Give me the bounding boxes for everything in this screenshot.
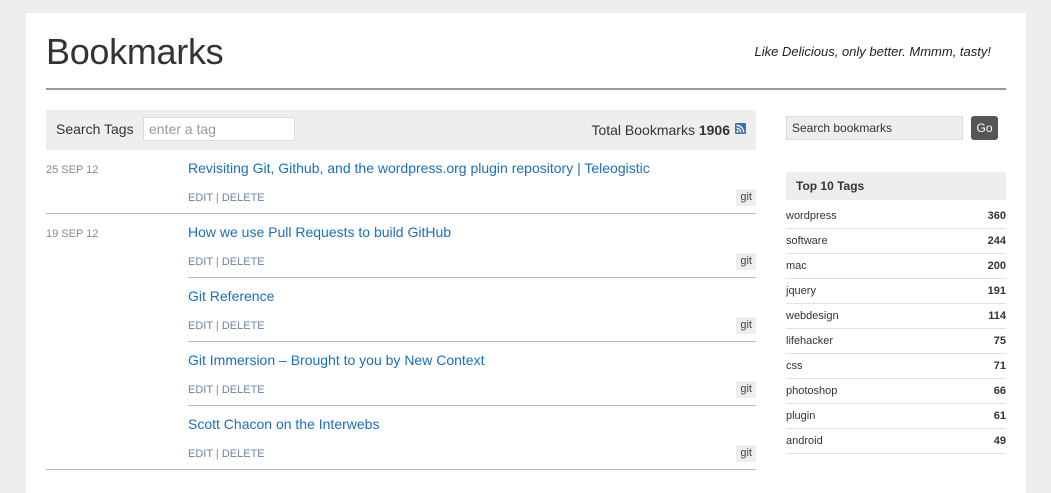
tag-name[interactable]: css	[786, 360, 803, 372]
tag-name[interactable]: software	[786, 235, 828, 247]
bookmark-item: How we use Pull Requests to build GitHub…	[188, 214, 756, 278]
tag-name[interactable]: wordpress	[786, 210, 837, 222]
bookmark-item: Git Reference EDIT | DELETE git	[188, 278, 756, 342]
edit-link[interactable]: EDIT	[188, 192, 213, 204]
tag-count: 244	[987, 235, 1006, 247]
delete-link[interactable]: DELETE	[222, 256, 265, 268]
tag-count: 49	[993, 435, 1006, 447]
rss-icon[interactable]	[735, 123, 746, 134]
day-date: 19 SEP 12	[46, 228, 99, 240]
delete-link[interactable]: DELETE	[222, 192, 265, 204]
tag-count: 360	[987, 210, 1006, 222]
bookmark-title-link[interactable]: Git Reference	[188, 288, 274, 304]
bookmark-actions: EDIT | DELETE	[188, 192, 265, 204]
tag-name[interactable]: mac	[786, 260, 807, 272]
tag-name[interactable]: jquery	[786, 285, 816, 297]
bookmark-title-link[interactable]: Revisiting Git, Github, and the wordpres…	[188, 160, 650, 176]
top-tag-row[interactable]: lifehacker 75	[786, 329, 1006, 354]
top-tag-row[interactable]: jquery 191	[786, 279, 1006, 304]
bookmark-actions: EDIT | DELETE	[188, 384, 265, 396]
top-tag-row[interactable]: plugin 61	[786, 404, 1006, 429]
top-tags-heading: Top 10 Tags	[786, 172, 1006, 200]
total-bookmarks: Total Bookmarks 1906	[591, 122, 730, 138]
top-tag-row[interactable]: software 244	[786, 229, 1006, 254]
delete-link[interactable]: DELETE	[222, 384, 265, 396]
tag-count: 71	[993, 360, 1006, 372]
tag-count: 75	[993, 335, 1006, 347]
tag-name[interactable]: photoshop	[786, 385, 837, 397]
go-button[interactable]: Go	[971, 116, 998, 140]
day-date: 25 SEP 12	[46, 164, 99, 176]
day-group: 19 SEP 12 How we use Pull Requests to bu…	[46, 214, 756, 470]
day-group: 25 SEP 12 Revisiting Git, Github, and th…	[46, 150, 756, 214]
bookmark-tag[interactable]: git	[736, 381, 756, 398]
bookmark-actions: EDIT | DELETE	[188, 256, 265, 268]
top-tag-row[interactable]: mac 200	[786, 254, 1006, 279]
edit-link[interactable]: EDIT	[188, 320, 213, 332]
delete-link[interactable]: DELETE	[222, 448, 265, 460]
tag-count: 114	[988, 310, 1006, 322]
edit-link[interactable]: EDIT	[188, 448, 213, 460]
tag-count: 61	[993, 410, 1006, 422]
top-tag-row[interactable]: css 71	[786, 354, 1006, 379]
tag-count: 200	[987, 260, 1006, 272]
top-tag-row[interactable]: wordpress 360	[786, 204, 1006, 229]
tag-name[interactable]: android	[786, 435, 823, 447]
bookmark-tag[interactable]: git	[736, 253, 756, 270]
bookmark-search-input[interactable]	[786, 116, 963, 140]
top-tag-row[interactable]: photoshop 66	[786, 379, 1006, 404]
tagline: Like Delicious, only better. Mmmm, tasty…	[754, 44, 991, 59]
top-tags-list: wordpress 360 software 244 mac 200 jquery 19…	[786, 204, 1006, 454]
tag-name[interactable]: lifehacker	[786, 335, 833, 347]
bookmark-item: Revisiting Git, Github, and the wordpres…	[188, 150, 756, 214]
tag-name[interactable]: webdesign	[786, 310, 839, 322]
bookmark-tag[interactable]: git	[736, 317, 756, 334]
bookmark-title-link[interactable]: How we use Pull Requests to build GitHub	[188, 224, 451, 240]
bookmark-title-link[interactable]: Scott Chacon on the Interwebs	[188, 416, 379, 432]
edit-link[interactable]: EDIT	[188, 384, 213, 396]
bookmark-actions: EDIT | DELETE	[188, 320, 265, 332]
day-divider	[46, 469, 756, 470]
tag-count: 66	[993, 385, 1006, 397]
top-tag-row[interactable]: webdesign 114	[786, 304, 1006, 329]
total-bookmarks-count: 1906	[698, 122, 730, 138]
tag-search-input[interactable]	[143, 117, 295, 141]
bookmark-tag[interactable]: git	[736, 445, 756, 462]
site-title: Bookmarks	[46, 31, 224, 72]
page: Bookmarks Like Delicious, only better. M…	[26, 13, 1026, 493]
edit-link[interactable]: EDIT	[188, 256, 213, 268]
header-divider	[46, 88, 1006, 90]
tag-count: 191	[987, 285, 1006, 297]
bookmark-item: Scott Chacon on the Interwebs EDIT | DEL…	[188, 406, 756, 470]
bookmark-item: Git Immersion – Brought to you by New Co…	[188, 342, 756, 406]
delete-link[interactable]: DELETE	[222, 320, 265, 332]
bookmark-actions: EDIT | DELETE	[188, 448, 265, 460]
bookmark-tag[interactable]: git	[736, 189, 756, 206]
bookmark-title-link[interactable]: Git Immersion – Brought to you by New Co…	[188, 352, 484, 368]
top-tag-row[interactable]: android 49	[786, 429, 1006, 454]
tag-name[interactable]: plugin	[786, 410, 815, 422]
search-tags-label: Search Tags	[56, 121, 134, 137]
tag-search-bar: Search Tags Total Bookmarks 1906	[46, 110, 756, 150]
total-bookmarks-label: Total Bookmarks	[591, 122, 695, 138]
